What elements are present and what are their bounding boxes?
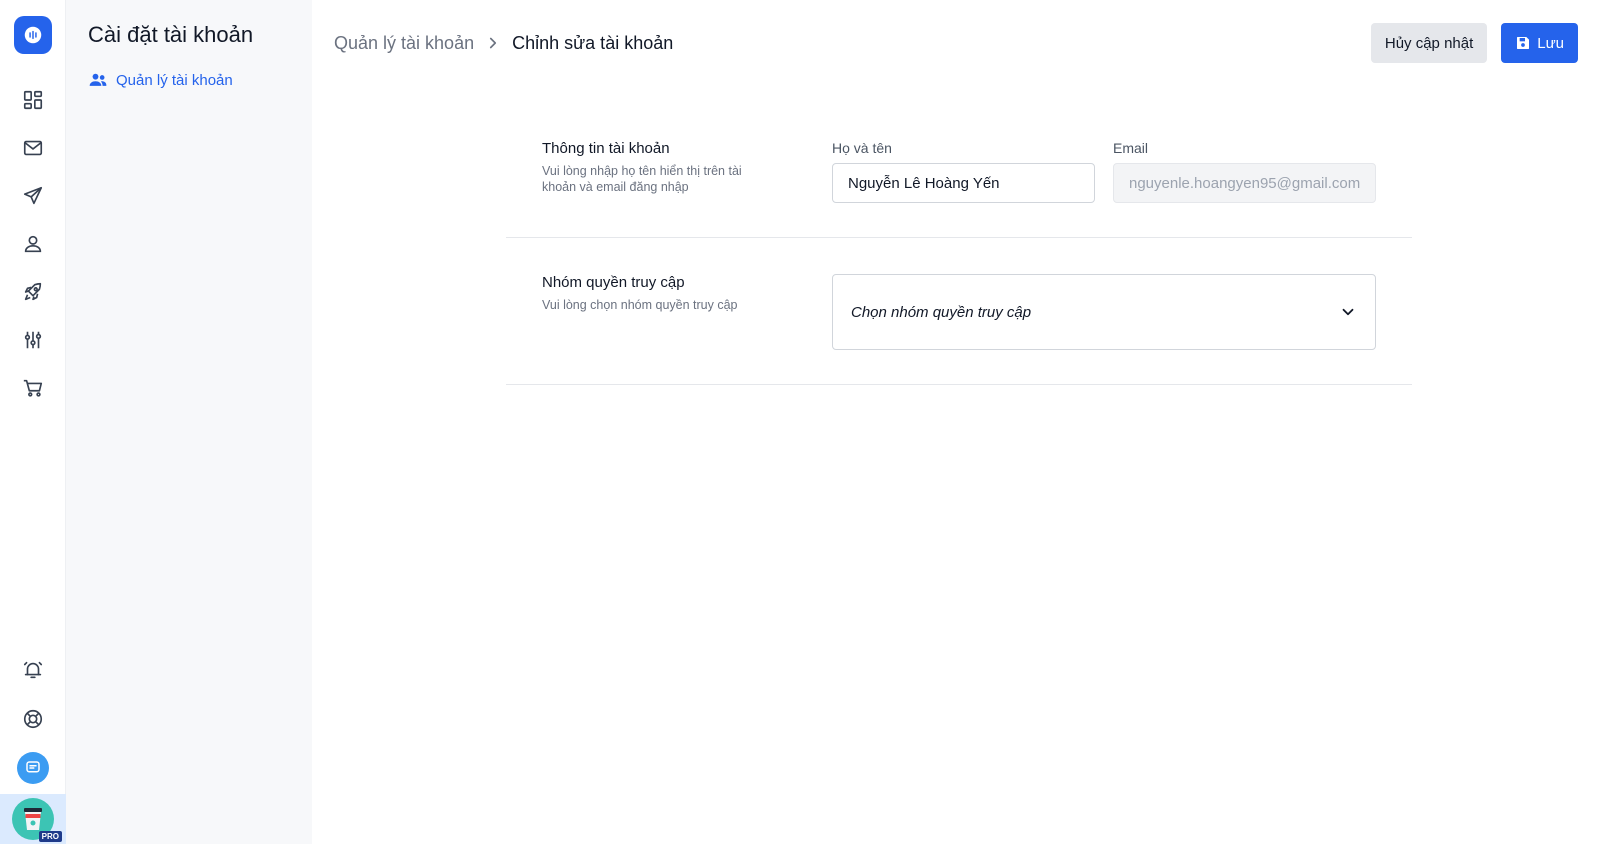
account-info-section: Thông tin tài khoản Vui lòng nhập họ tên… [506,118,1412,238]
app-root: PRO Cài đặt tài khoản Quản lý tài khoản … [0,0,1600,844]
integrations-icon [24,331,41,349]
rail-item-integrations[interactable] [11,316,55,364]
breadcrumb-current: Chỉnh sửa tài khoản [512,32,674,53]
rail-item-mail[interactable] [11,124,55,172]
rail-item-notifications[interactable] [11,645,55,694]
save-icon [1517,37,1530,49]
access-group-heading: Nhóm quyền truy cập Vui lòng chọn nhóm q… [542,274,832,350]
full-name-label: Họ và tên [832,140,892,156]
access-group-select[interactable]: Chọn nhóm quyền truy cập [832,274,1376,350]
chat-bubble [17,751,49,784]
mail-icon [23,140,42,156]
access-group-placeholder: Chọn nhóm quyền truy cập [851,303,1032,321]
email-input [1113,163,1376,203]
breadcrumb: Quản lý tài khoản Chỉnh sửa tài khoản [334,33,673,54]
account-info-fields: Họ và tên Email [832,140,1376,203]
help-icon [23,709,43,728]
breadcrumb-parent[interactable]: Quản lý tài khoản [334,33,474,54]
app-logo[interactable] [13,16,52,54]
full-name-field: Họ và tên [832,140,1095,203]
access-group-title: Nhóm quyền truy cập [542,274,685,291]
alarm-icon [23,661,43,678]
rail-item-chat[interactable] [11,743,55,792]
access-group-description: Vui lòng chọn nhóm quyền truy cập [542,298,738,312]
full-name-input[interactable] [832,163,1095,203]
rail-nav [11,76,55,412]
sidebar-item-account-management[interactable]: Quản lý tài khoản [88,70,290,90]
save-button[interactable]: Lưu [1501,23,1578,63]
rail-item-shop[interactable] [11,364,55,412]
settings-sidebar: Cài đặt tài khoản Quản lý tài khoản [66,0,312,844]
rail-item-contacts[interactable] [11,220,55,268]
rail-item-send[interactable] [11,172,55,220]
account-info-heading: Thông tin tài khoản Vui lòng nhập họ tên… [542,140,832,203]
rocket-icon [24,282,41,301]
account-info-description: Vui lòng nhập họ tên hiển thị trên tài k… [542,164,742,194]
chevron-right-icon [484,34,502,52]
edit-account-form: Thông tin tài khoản Vui lòng nhập họ tên… [506,118,1412,385]
user-icon [24,235,41,253]
icon-rail: PRO [0,0,66,844]
account-info-title: Thông tin tài khoản [542,140,670,157]
top-bar: Quản lý tài khoản Chỉnh sửa tài khoản Hủ… [312,0,1600,86]
dashboard-icon [23,90,42,110]
email-field: Email [1113,140,1376,203]
access-group-fields: Chọn nhóm quyền truy cập [832,274,1376,350]
send-icon [23,186,42,205]
header-actions: Hủy cập nhật Lưu [1370,23,1578,63]
cart-icon [23,379,42,397]
cancel-update-button[interactable]: Hủy cập nhật [1370,23,1488,63]
pro-badge: PRO [38,831,62,842]
chat-icon [26,760,40,772]
chevron-down-icon [1342,308,1354,316]
account-avatar-area[interactable]: PRO [0,794,66,844]
save-label: Lưu [1537,34,1564,52]
main-content: Quản lý tài khoản Chỉnh sửa tài khoản Hủ… [312,0,1600,844]
chat-logo-icon [24,26,41,44]
rail-item-campaigns[interactable] [11,268,55,316]
rail-item-help[interactable] [11,694,55,743]
users-icon [89,73,107,86]
sidebar-title: Cài đặt tài khoản [88,22,254,47]
cancel-update-label: Hủy cập nhật [1384,34,1474,52]
rail-item-dashboard[interactable] [11,76,55,124]
rail-bottom: PRO [0,645,66,844]
email-label: Email [1113,140,1149,156]
coffee-cup-icon [24,808,42,830]
sidebar-item-label: Quản lý tài khoản [116,71,233,89]
access-group-section: Nhóm quyền truy cập Vui lòng chọn nhóm q… [506,238,1412,385]
